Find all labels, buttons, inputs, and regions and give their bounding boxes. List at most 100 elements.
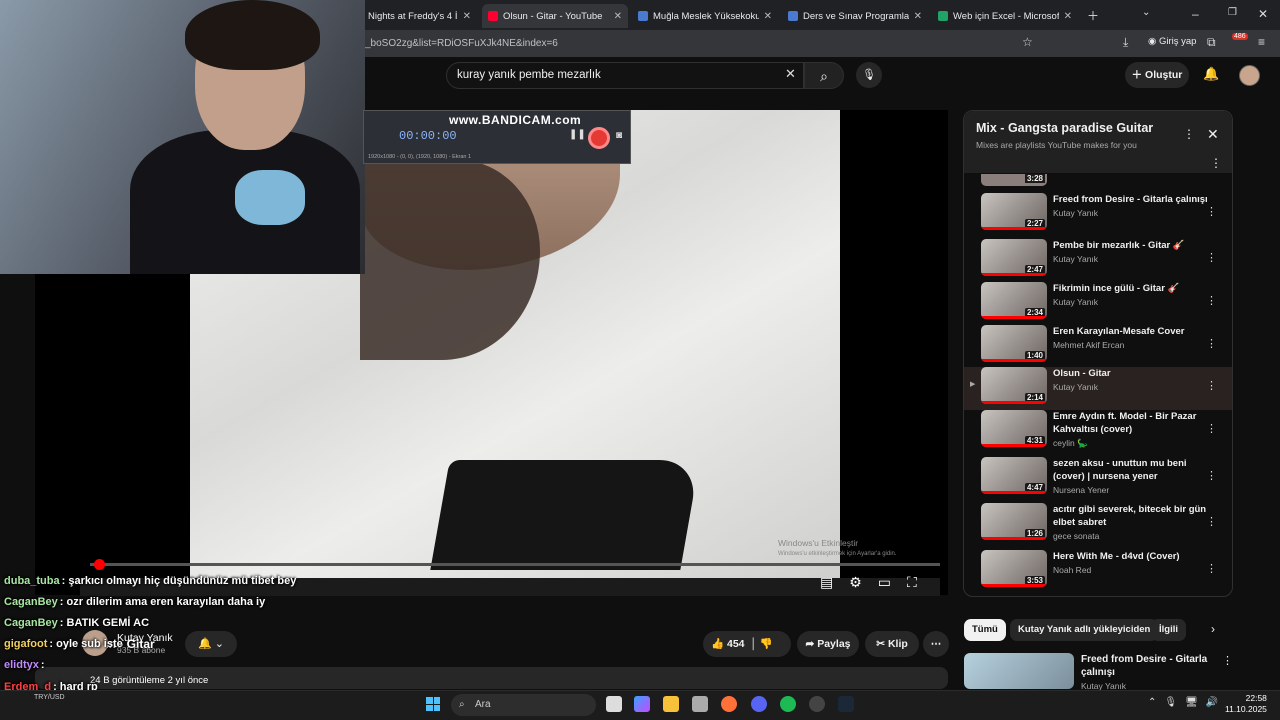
account-avatar[interactable] (1239, 65, 1260, 86)
settings-gear-icon[interactable]: ⚙ (849, 574, 862, 592)
chip-uploader[interactable]: Kutay Yanık adlı yükleyiciden (1010, 619, 1159, 641)
subscribe-bell-button[interactable]: 🔔 ⌄ (185, 631, 237, 657)
tab-youtube[interactable]: Olsun - Gitar - YouTube ✕ (482, 4, 628, 28)
playlist-thumbnail[interactable]: 4:31 (981, 410, 1047, 447)
playlist-thumbnail[interactable]: 4:47 (981, 457, 1047, 494)
playlist-item[interactable]: 4:47 sezen aksu - unuttun mu beni (cover)… (964, 457, 1232, 500)
bookmark-star-icon[interactable]: ☆ (1022, 35, 1033, 49)
tab-fnaf[interactable]: Nights at Freddy's 4 İndir -✕ (362, 4, 477, 28)
spotify-icon[interactable] (780, 696, 796, 712)
clear-search-icon[interactable]: ✕ (785, 66, 796, 82)
playlist-item[interactable]: 1:40 Eren Karayılan-Mesafe Cover Mehmet Ak… (964, 325, 1232, 368)
playlist-item-title[interactable]: Olsun - Gitar (1053, 367, 1213, 380)
chip-all[interactable]: Tümü (964, 619, 1006, 641)
recommended-thumbnail[interactable] (964, 653, 1074, 689)
playlist-thumbnail[interactable]: 2:47 (981, 239, 1047, 276)
playlist-options-icon[interactable]: ⋮ (1210, 156, 1222, 170)
playlist-item[interactable]: 2:34 Fikrimin ince gülü - Gitar 🎸 Kutay Ya… (964, 282, 1232, 325)
playlist-item-title[interactable]: Pembe bir mezarlık - Gitar 🎸 (1053, 239, 1213, 252)
camera-icon[interactable]: ◙ (616, 130, 622, 141)
playlist-thumbnail[interactable]: 3:53 (981, 550, 1047, 587)
playlist-thumbnail[interactable]: 2:27 (981, 193, 1047, 230)
fullscreen-icon[interactable]: ⛶ (907, 574, 917, 592)
channel-name[interactable]: Kutay Yanık (117, 632, 173, 644)
recommended-menu-icon[interactable]: ⋮ (1222, 654, 1233, 667)
minimize-button[interactable]: – (1192, 7, 1199, 21)
playlist-menu-icon[interactable]: ⋮ (1183, 127, 1195, 141)
subtitles-icon[interactable]: ▤ (820, 574, 833, 592)
download-icon[interactable]: ⤓ (1123, 35, 1128, 50)
playlist-thumbnail[interactable]: 1:40 (981, 325, 1047, 362)
tab-ders[interactable]: Ders ve Sınav Programları-Muğ✕ (782, 4, 928, 28)
extensions-icon[interactable]: ⧉ (1207, 35, 1216, 50)
pause-icon[interactable]: ❚❚ (569, 129, 586, 140)
menu-icon[interactable]: ≡ (1258, 35, 1265, 49)
tab-search-icon[interactable]: ⌄ (1142, 7, 1150, 18)
close-window-button[interactable]: ✕ (1258, 7, 1268, 21)
playlist-item[interactable]: 4:31 Emre Aydın ft. Model - Bir Pazar Kah… (964, 410, 1232, 453)
item-menu-icon[interactable]: ⋮ (1206, 422, 1217, 435)
windows-start-icon[interactable] (426, 697, 440, 711)
discord-icon[interactable] (751, 696, 767, 712)
playlist-item-title[interactable]: Freed from Desire - Gitarla çalınışı (1053, 193, 1213, 206)
playlist-item-title[interactable]: Fikrimin ince gülü - Gitar 🎸 (1053, 282, 1213, 295)
clip-button[interactable]: ✂ Klip (865, 631, 919, 657)
item-menu-icon[interactable]: ⋮ (1206, 294, 1217, 307)
store-icon[interactable] (692, 696, 708, 712)
url-field[interactable]: _boSO2zg&list=RDiOSFuXJk4NE&index=6 (365, 38, 558, 49)
playlist-item[interactable]: 2:27 Freed from Desire - Gitarla çalınışı… (964, 193, 1232, 236)
like-button[interactable]: 👍 454 │ 👎 (703, 631, 791, 657)
copilot-icon[interactable] (634, 696, 650, 712)
ticker-widget[interactable]: TRY/USD (34, 694, 65, 701)
item-menu-icon[interactable]: ⋮ (1206, 205, 1217, 218)
recommended-title[interactable]: Freed from Desire - Gitarla çalınışı (1081, 653, 1211, 679)
playlist-item-title[interactable]: acıtır gibi severek, bitecek bir gün elb… (1053, 503, 1213, 529)
maximize-button[interactable]: ❐ (1228, 7, 1237, 18)
playlist-item[interactable]: 2:47 Pembe bir mezarlık - Gitar 🎸 Kutay Ya… (964, 239, 1232, 282)
item-menu-icon[interactable]: ⋮ (1206, 515, 1217, 528)
close-playlist-icon[interactable]: ✕ (1207, 126, 1219, 143)
steam-icon[interactable] (838, 696, 854, 712)
task-view-icon[interactable] (606, 696, 622, 712)
close-icon[interactable]: ✕ (914, 11, 922, 22)
taskbar-clock[interactable]: 22:58 11.10.2025 (1225, 693, 1267, 715)
firefox-icon[interactable] (721, 696, 737, 712)
playlist-item-title[interactable]: sezen aksu - unuttun mu beni (cover) | n… (1053, 457, 1213, 483)
playlist-item-title[interactable]: Emre Aydın ft. Model - Bir Pazar Kahvalt… (1053, 410, 1213, 436)
playlist-thumbnail[interactable]: 1:26 (981, 503, 1047, 540)
playlist-item[interactable]: ▶ 2:14 Olsun - Gitar Kutay Yanık ⋮ (964, 367, 1232, 410)
close-icon[interactable]: ✕ (614, 11, 622, 22)
create-button[interactable]: ＋ Oluştur (1125, 62, 1189, 88)
file-explorer-icon[interactable] (663, 696, 679, 712)
close-icon[interactable]: ✕ (764, 11, 772, 22)
record-stop-button[interactable] (588, 127, 610, 149)
system-tray[interactable]: ⌃🎙🖥🔊 (1148, 697, 1226, 708)
search-button[interactable]: ⌕ (804, 62, 844, 89)
signin-button[interactable]: ◉ Giriş yap (1148, 36, 1196, 47)
playlist-thumbnail[interactable]: 2:14 (981, 367, 1047, 404)
partial-thumbnail[interactable]: 3:28 (981, 174, 1047, 186)
tab-mugla[interactable]: Muğla Meslek Yüksekokulu - M✕ (632, 4, 778, 28)
item-menu-icon[interactable]: ⋮ (1206, 469, 1217, 482)
share-button[interactable]: ➦ Paylaş (797, 631, 859, 657)
playlist-item[interactable]: 1:26 acıtır gibi severek, bitecek bir gün… (964, 503, 1232, 546)
more-actions-button[interactable]: ⋯ (923, 631, 949, 657)
item-menu-icon[interactable]: ⋮ (1206, 379, 1217, 392)
item-menu-icon[interactable]: ⋮ (1206, 251, 1217, 264)
extension-badge[interactable]: 486 (1232, 33, 1248, 40)
playlist-thumbnail[interactable]: 2:34 (981, 282, 1047, 319)
notifications-bell-icon[interactable]: 🔔 (1203, 66, 1219, 82)
chip-related[interactable]: İlgili (1151, 619, 1186, 641)
voice-search-button[interactable]: 🎙 (856, 62, 882, 88)
chevron-right-icon[interactable]: › (1211, 622, 1215, 636)
taskbar-search[interactable]: ⌕ Ara (451, 694, 596, 716)
theater-mode-icon[interactable]: ▭ (878, 574, 891, 592)
playlist-title[interactable]: Mix - Gangsta paradise Guitar (976, 121, 1153, 135)
search-input[interactable]: kuray yanık pembe mezarlık (446, 62, 804, 89)
tab-excel[interactable]: Web için Excel - Microsoft 365✕ (932, 4, 1078, 28)
close-icon[interactable]: ✕ (463, 11, 471, 22)
progress-bar[interactable] (90, 559, 940, 570)
item-menu-icon[interactable]: ⋮ (1206, 337, 1217, 350)
playlist-item-title[interactable]: Eren Karayılan-Mesafe Cover (1053, 325, 1213, 338)
close-icon[interactable]: ✕ (1064, 11, 1072, 22)
